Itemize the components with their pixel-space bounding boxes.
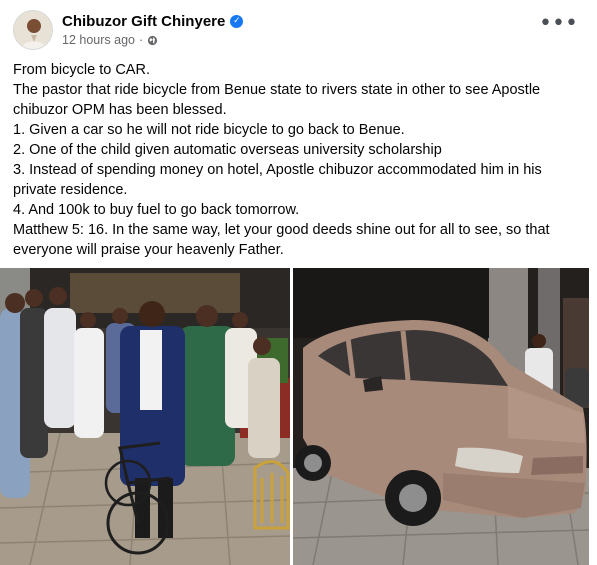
photo-car[interactable] <box>293 268 589 565</box>
verified-badge-icon: ✓ <box>230 14 244 28</box>
post-meta: 12 hours ago · <box>62 32 158 48</box>
post-timestamp[interactable]: 12 hours ago <box>62 33 135 47</box>
facebook-post: Chibuzor Gift Chinyere ✓ 12 hours ago · … <box>0 0 597 565</box>
post-header: Chibuzor Gift Chinyere ✓ 12 hours ago · … <box>13 8 583 52</box>
post-text: From bicycle to CAR. The pastor that rid… <box>13 60 583 260</box>
post-line: 2. One of the child given automatic over… <box>13 142 442 158</box>
meta-separator: · <box>138 33 144 47</box>
photo-group-with-bicycle[interactable] <box>0 268 290 565</box>
group-bicycle-image <box>0 268 290 565</box>
car-image <box>293 268 589 565</box>
more-options-button[interactable]: ••• <box>539 13 578 36</box>
post-line: 1. Given a car so he will not ride bicyc… <box>13 122 405 138</box>
avatar-image <box>14 11 52 49</box>
globe-icon[interactable] <box>147 35 158 46</box>
post-line: Matthew 5: 16. In the same way, let your… <box>13 222 550 258</box>
post-line: From bicycle to CAR. <box>13 62 150 78</box>
post-photos <box>0 268 597 565</box>
post-line: 3. Instead of spending money on hotel, A… <box>13 162 542 198</box>
author-avatar[interactable] <box>13 10 53 50</box>
author-row: Chibuzor Gift Chinyere ✓ <box>62 11 244 31</box>
post-line: The pastor that ride bicycle from Benue … <box>13 82 541 118</box>
post-line: 4. And 100k to buy fuel to go back tomor… <box>13 202 300 218</box>
author-name[interactable]: Chibuzor Gift Chinyere <box>62 13 225 30</box>
